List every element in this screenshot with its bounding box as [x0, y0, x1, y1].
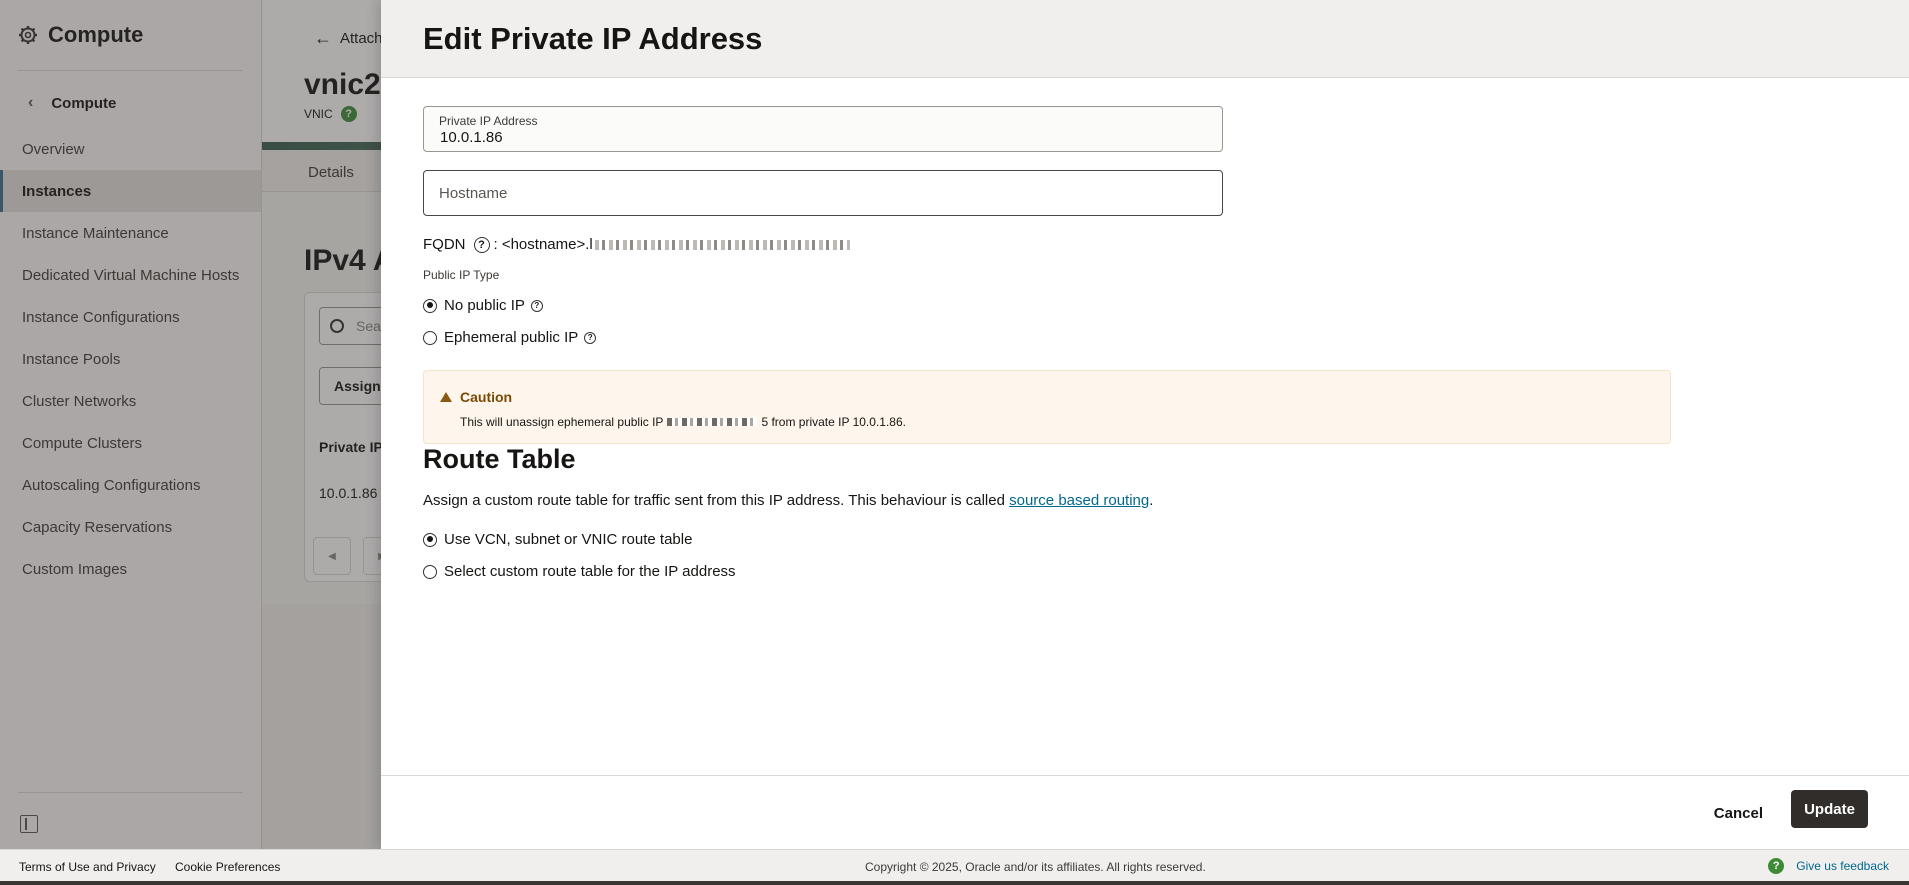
edit-private-ip-drawer: Edit Private IP Address Private IP Addre… [381, 0, 1909, 849]
caution-title: Caution [460, 389, 513, 405]
update-button[interactable]: Update [1791, 790, 1868, 828]
feedback-link[interactable]: ? Give us feedback [1768, 858, 1889, 874]
route-table-desc-pre: Assign a custom route table for traffic … [423, 492, 1005, 509]
caution-title-row: Caution [440, 389, 512, 405]
radio-label: Select custom route table for the IP add… [444, 563, 736, 580]
caution-message-pre: This will unassign ephemeral public IP [460, 415, 664, 429]
source-based-routing-link[interactable]: source based routing [1009, 492, 1149, 509]
route-table-description: Assign a custom route table for traffic … [423, 492, 1153, 509]
private-ip-field: Private IP Address 10.0.1.86 [423, 106, 1223, 152]
radio-use-vcn-route-table[interactable]: Use VCN, subnet or VNIC route table [423, 531, 692, 548]
private-ip-label: Private IP Address [439, 114, 538, 128]
feedback-label: Give us feedback [1796, 859, 1889, 873]
public-ip-type-label: Public IP Type [423, 268, 500, 282]
page-footer: Terms of Use and Privacy Cookie Preferen… [0, 849, 1909, 885]
fqdn-label: FQDN [423, 236, 466, 253]
help-icon: ? [1768, 858, 1785, 874]
drawer-header: Edit Private IP Address [381, 0, 1909, 78]
radio-button[interactable] [423, 298, 437, 313]
radio-label: No public IP [444, 297, 525, 314]
fqdn-value: : <hostname>.l [493, 236, 593, 253]
private-ip-value: 10.0.1.86 [440, 129, 503, 146]
route-table-title: Route Table [423, 444, 576, 474]
help-icon[interactable]: ? [530, 299, 543, 312]
terms-link[interactable]: Terms of Use and Privacy [19, 860, 156, 874]
radio-button[interactable] [423, 532, 437, 547]
hostname-input[interactable] [424, 171, 1222, 215]
radio-ephemeral-public-ip[interactable]: Ephemeral public IP ? [423, 329, 597, 346]
caution-banner: Caution This will unassign ephemeral pub… [423, 370, 1671, 444]
caution-message: This will unassign ephemeral public IP 5… [460, 415, 906, 429]
redacted-domain [594, 239, 850, 250]
hostname-field[interactable] [423, 170, 1223, 216]
help-icon[interactable]: ? [473, 236, 490, 253]
help-icon[interactable]: ? [584, 331, 597, 344]
radio-custom-route-table[interactable]: Select custom route table for the IP add… [423, 563, 736, 580]
radio-label: Ephemeral public IP [444, 329, 579, 346]
copyright-text: Copyright © 2025, Oracle and/or its affi… [865, 860, 1206, 874]
drawer-footer: Cancel Update [381, 775, 1909, 849]
redacted-ip [667, 418, 758, 426]
radio-no-public-ip[interactable]: No public IP ? [423, 297, 543, 314]
fqdn-row: FQDN ? : <hostname>.l [423, 236, 850, 253]
radio-button[interactable] [423, 330, 437, 345]
cancel-button[interactable]: Cancel [1714, 798, 1763, 828]
drawer-title: Edit Private IP Address [423, 20, 763, 56]
cookie-preferences-link[interactable]: Cookie Preferences [175, 860, 280, 874]
bottom-bar [0, 881, 1909, 885]
radio-label: Use VCN, subnet or VNIC route table [444, 531, 693, 548]
caution-message-post: 5 from private IP 10.0.1.86. [761, 415, 906, 429]
warning-icon [440, 392, 452, 402]
route-table-desc-post: . [1149, 492, 1154, 509]
radio-button[interactable] [423, 564, 437, 579]
